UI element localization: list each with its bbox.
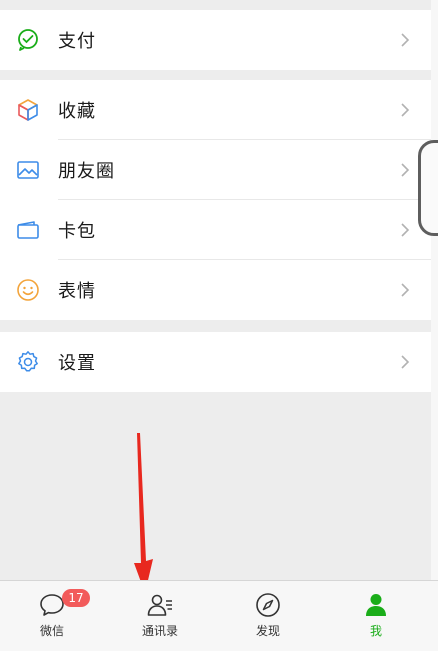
tab-chats[interactable]: 17 微信 — [12, 581, 92, 651]
unread-badge: 17 — [62, 589, 90, 607]
tab-discover[interactable]: 发现 — [228, 581, 308, 651]
tab-me[interactable]: 我 — [336, 581, 416, 651]
wechat-pay-icon — [18, 29, 38, 51]
tab-label: 发现 — [255, 624, 280, 638]
smiley-icon — [17, 279, 39, 301]
annotation-arrow — [134, 433, 153, 593]
scroll-gutter — [431, 0, 438, 580]
menu-group-payment: 支付 — [0, 10, 431, 70]
menu-item-settings[interactable]: 设置 — [0, 332, 431, 392]
person-icon — [366, 594, 386, 616]
menu-group-main: 收藏 朋友圈 卡包 表情 — [0, 80, 431, 320]
tab-contacts[interactable]: 通讯录 — [120, 581, 200, 651]
tab-label: 微信 — [39, 624, 64, 638]
menu-item-label: 朋友圈 — [58, 161, 115, 182]
chevron-right-icon — [401, 33, 410, 47]
menu-item-cards[interactable]: 卡包 — [0, 200, 431, 260]
chevron-right-icon — [401, 355, 410, 369]
tab-label: 我 — [369, 624, 382, 638]
card-wallet-icon — [17, 221, 39, 239]
menu-item-favorites[interactable]: 收藏 — [0, 80, 431, 140]
bottom-tab-bar: 17 微信 通讯录 发现 我 — [0, 580, 438, 651]
chevron-right-icon — [401, 103, 410, 117]
chevron-right-icon — [401, 223, 410, 237]
menu-item-payment[interactable]: 支付 — [0, 10, 431, 70]
menu-item-moments[interactable]: 朋友圈 — [0, 140, 431, 200]
menu-group-settings: 设置 — [0, 332, 431, 392]
compass-icon — [256, 593, 280, 617]
menu-item-label: 设置 — [58, 353, 96, 374]
tab-label: 通讯录 — [141, 624, 178, 638]
menu-item-label: 支付 — [58, 31, 96, 52]
chevron-right-icon — [401, 283, 410, 297]
floating-edge-handle[interactable] — [418, 140, 438, 236]
menu-item-label: 表情 — [58, 281, 96, 302]
menu-item-stickers[interactable]: 表情 — [0, 260, 431, 320]
menu-item-label: 卡包 — [58, 221, 96, 242]
menu-item-label: 收藏 — [58, 101, 96, 122]
cube-icon — [18, 99, 38, 121]
contacts-icon — [147, 594, 172, 616]
chevron-right-icon — [401, 163, 410, 177]
gear-icon — [18, 351, 38, 372]
image-icon — [17, 161, 39, 179]
